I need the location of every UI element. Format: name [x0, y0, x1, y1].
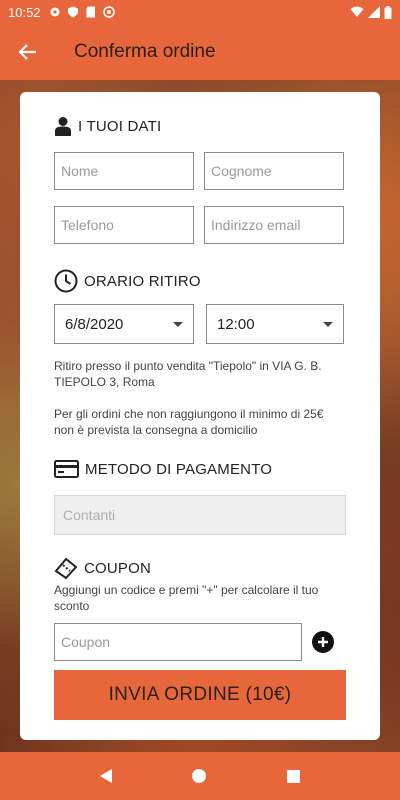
personal-data-heading: I TUOI DATI: [54, 116, 161, 136]
person-icon: [55, 117, 71, 136]
personal-data-title: I TUOI DATI: [78, 117, 162, 135]
order-form-card: I TUOI DATI ORARIO RITIRO 6/8/2020 12:00…: [20, 92, 380, 740]
battery-icon: [384, 5, 392, 19]
email-field[interactable]: [204, 206, 344, 244]
nav-back-icon[interactable]: [100, 769, 113, 783]
shield-status-icon: [67, 6, 78, 18]
pickup-time-select[interactable]: 12:00: [206, 304, 344, 344]
pickup-time-heading: ORARIO RITIRO: [54, 269, 201, 293]
status-time: 10:52: [8, 4, 41, 20]
ticket-icon: [54, 557, 78, 579]
coupon-input[interactable]: [54, 623, 302, 661]
sd-card-status-icon: [86, 6, 95, 18]
pickup-time-value: 12:00: [217, 315, 255, 333]
submit-order-label: INVIA ORDINE (10€): [108, 684, 292, 705]
coupon-hint: Aggiungi un codice e premi "+" per calco…: [54, 583, 319, 613]
arrow-back-icon: [18, 44, 36, 60]
payment-method-field: Contanti: [54, 495, 346, 535]
back-button[interactable]: [0, 24, 56, 80]
surname-field[interactable]: [204, 152, 344, 190]
clock-icon: [54, 269, 78, 293]
at-status-icon: [102, 6, 115, 18]
plus-icon: [318, 637, 328, 647]
status-bar: 10:52: [0, 0, 400, 24]
chevron-down-icon: [173, 321, 183, 327]
credit-card-icon: [54, 460, 79, 478]
coupon-title: COUPON: [84, 559, 152, 577]
payment-method-title: METODO DI PAGAMENTO: [85, 460, 273, 478]
pickup-date-value: 6/8/2020: [65, 315, 124, 333]
name-field[interactable]: [54, 152, 194, 190]
pickup-date-select[interactable]: 6/8/2020: [54, 304, 194, 344]
minimum-order-note: Per gli ordini che non raggiungono il mi…: [54, 407, 324, 437]
signal-icon: [368, 6, 380, 18]
submit-order-button[interactable]: INVIA ORDINE (10€): [54, 670, 346, 720]
system-nav-bar: [0, 752, 400, 800]
pickup-location-note: Ritiro presso il punto vendita "Tiepolo"…: [54, 359, 322, 389]
payment-method-heading: METODO DI PAGAMENTO: [54, 460, 272, 478]
page-title: Conferma ordine: [74, 41, 216, 62]
coupon-heading: COUPON: [54, 557, 151, 579]
chevron-down-icon: [323, 321, 333, 327]
phone-field[interactable]: [54, 206, 194, 244]
nav-recents-icon[interactable]: [286, 769, 300, 783]
nav-home-icon[interactable]: [192, 769, 207, 783]
payment-method-value: Contanti: [63, 507, 116, 523]
pickup-time-title: ORARIO RITIRO: [84, 272, 201, 290]
settings-status-icon: [50, 7, 60, 17]
app-bar: Conferma ordine: [0, 24, 400, 80]
wifi-icon: [350, 6, 364, 17]
add-coupon-button[interactable]: [312, 631, 334, 653]
